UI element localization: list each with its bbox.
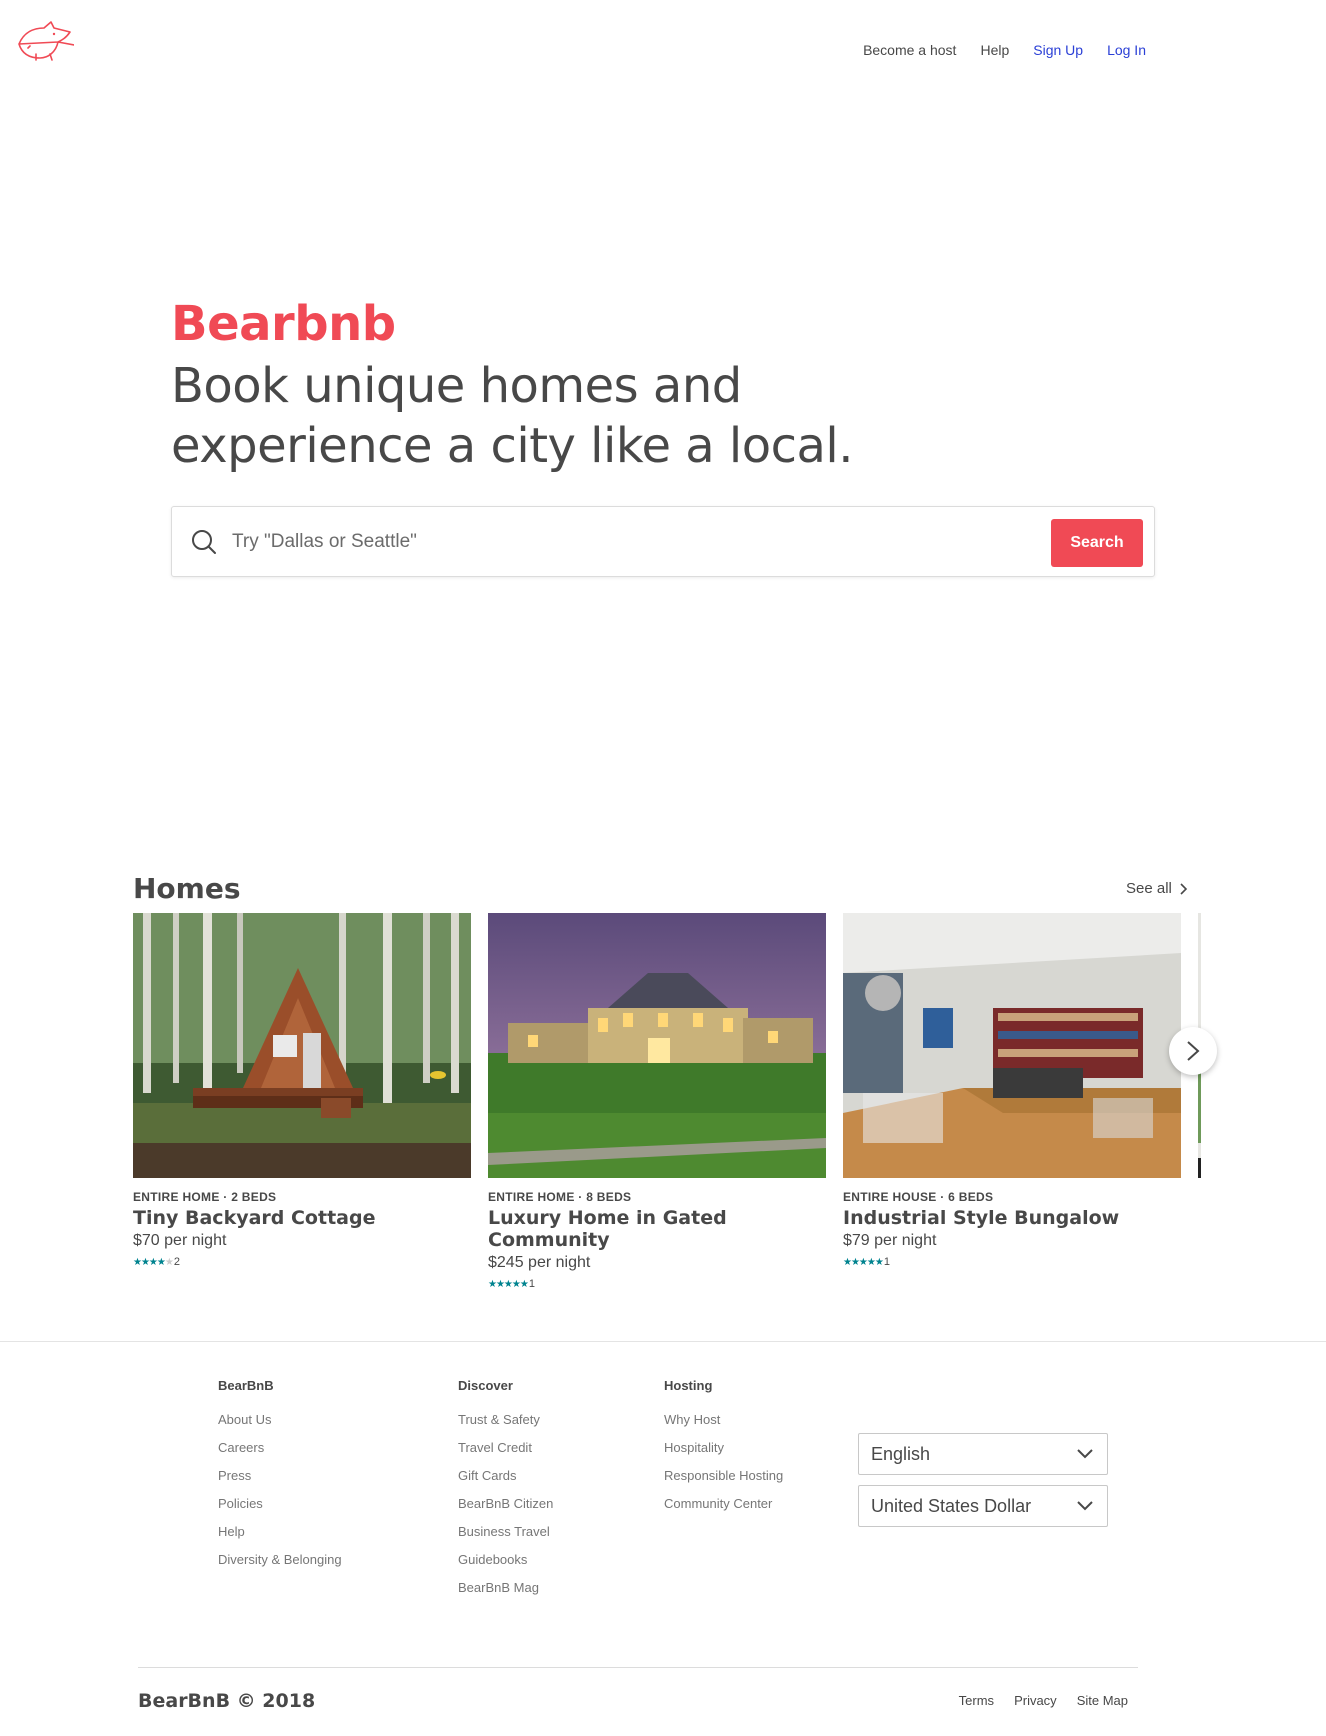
footer-link[interactable]: Business Travel: [458, 1518, 553, 1546]
footer-link[interactable]: Gift Cards: [458, 1462, 553, 1490]
see-all-link[interactable]: See all: [1126, 880, 1188, 897]
footer-link[interactable]: Hospitality: [664, 1434, 783, 1462]
footer-link[interactable]: Press: [218, 1462, 342, 1490]
copyright: BearBnB © 2018: [138, 1690, 316, 1712]
sitemap-link[interactable]: Site Map: [1077, 1693, 1128, 1708]
privacy-link[interactable]: Privacy: [1014, 1693, 1057, 1708]
currency-value: United States Dollar: [871, 1495, 1032, 1516]
become-host-link[interactable]: Become a host: [863, 42, 956, 58]
footer-heading: Discover: [458, 1378, 513, 1393]
language-value: English: [871, 1443, 931, 1464]
footer-col-hosting: Hosting Why Host Hospitality Responsible…: [664, 1378, 783, 1518]
homes-carousel: ENTIRE HOME · 2 BEDS Tiny Backyard Cotta…: [133, 913, 1201, 1313]
home-rating: ★★★★★ 1: [488, 1278, 826, 1290]
search-input[interactable]: [232, 521, 992, 563]
star-icon: ★★★★★: [133, 1256, 174, 1268]
footer-link[interactable]: About Us: [218, 1406, 342, 1434]
search-button[interactable]: Search: [1051, 519, 1143, 567]
footer-link[interactable]: Guidebooks: [458, 1546, 553, 1574]
home-card[interactable]: ENTIRE HOUSE · 6 BEDS Industrial Style B…: [843, 913, 1181, 1268]
footer-link[interactable]: BearBnB Citizen: [458, 1490, 553, 1518]
chevron-right-icon: [1187, 1041, 1200, 1061]
hero-brand: Bearbnb: [171, 296, 396, 352]
home-price: $70 per night: [133, 1232, 227, 1249]
see-all-label: See all: [1126, 880, 1172, 897]
footer-link[interactable]: Travel Credit: [458, 1434, 553, 1462]
star-icon: ★★★★★: [843, 1256, 884, 1268]
footer-link[interactable]: Community Center: [664, 1490, 783, 1518]
home-photo[interactable]: [843, 913, 1181, 1178]
home-card[interactable]: ENTIRE HOME · 8 BEDS Luxury Home in Gate…: [488, 913, 826, 1290]
terms-link[interactable]: Terms: [959, 1693, 994, 1708]
home-title[interactable]: Luxury Home in Gated Community: [488, 1207, 826, 1251]
footer-link[interactable]: Careers: [218, 1434, 342, 1462]
home-meta: ENTIRE HOUSE · 6 BEDS: [843, 1190, 994, 1204]
footer-col-discover: Discover Trust & Safety Travel Credit Gi…: [458, 1378, 553, 1602]
home-card[interactable]: ENTIRE HOME · 2 BEDS Tiny Backyard Cotta…: [133, 913, 471, 1268]
footer-col-bearbnb: BearBnB About Us Careers Press Policies …: [218, 1378, 342, 1574]
home-price: $79 per night: [843, 1232, 937, 1249]
footer-heading: Hosting: [664, 1378, 713, 1393]
review-count: 1: [883, 1256, 890, 1268]
footer-link[interactable]: BearBnB Mag: [458, 1574, 553, 1602]
chevron-down-icon: [1077, 1501, 1093, 1511]
footer-divider: [0, 1341, 1326, 1342]
footer-link[interactable]: Diversity & Belonging: [218, 1546, 342, 1574]
home-rating: ★★★★★ 1: [843, 1256, 1181, 1268]
bottom-divider: [138, 1667, 1138, 1668]
home-photo[interactable]: [488, 913, 826, 1178]
star-icon: ★★★★★: [488, 1278, 529, 1290]
currency-select[interactable]: United States Dollar: [858, 1485, 1108, 1527]
chevron-right-icon: [1180, 882, 1188, 895]
language-select[interactable]: English: [858, 1433, 1108, 1475]
footer-link[interactable]: Responsible Hosting: [664, 1462, 783, 1490]
footer-link[interactable]: Trust & Safety: [458, 1406, 553, 1434]
carousel-next-button[interactable]: [1169, 1027, 1217, 1075]
review-count: 2: [173, 1256, 180, 1268]
home-meta: ENTIRE HOME · 8 BEDS: [488, 1190, 632, 1204]
search-bar: Search: [171, 506, 1155, 577]
home-price: $245 per night: [488, 1254, 591, 1271]
help-link[interactable]: Help: [980, 42, 1009, 58]
hero-tagline: Book unique homes and experience a city …: [171, 358, 854, 474]
footer-link[interactable]: Policies: [218, 1490, 342, 1518]
home-photo[interactable]: [133, 913, 471, 1178]
footer-link[interactable]: Help: [218, 1518, 342, 1546]
home-title[interactable]: Industrial Style Bungalow: [843, 1207, 1181, 1229]
footer-link[interactable]: Why Host: [664, 1406, 783, 1434]
homes-section-title: Homes: [133, 872, 241, 905]
home-rating: ★★★★★ 2: [133, 1256, 471, 1268]
footer-heading: BearBnB: [218, 1378, 274, 1393]
review-count: 1: [528, 1278, 535, 1290]
search-icon: [192, 530, 216, 554]
top-nav: Become a host Help Sign Up Log In: [839, 42, 1146, 58]
log-in-link[interactable]: Log In: [1107, 42, 1146, 58]
home-meta: ENTIRE HOME · 2 BEDS: [133, 1190, 277, 1204]
chevron-down-icon: [1077, 1449, 1093, 1459]
sign-up-link[interactable]: Sign Up: [1033, 42, 1083, 58]
home-title[interactable]: Tiny Backyard Cottage: [133, 1207, 471, 1229]
bear-logo-icon[interactable]: [16, 18, 74, 64]
legal-links: Terms Privacy Site Map: [939, 1693, 1128, 1708]
